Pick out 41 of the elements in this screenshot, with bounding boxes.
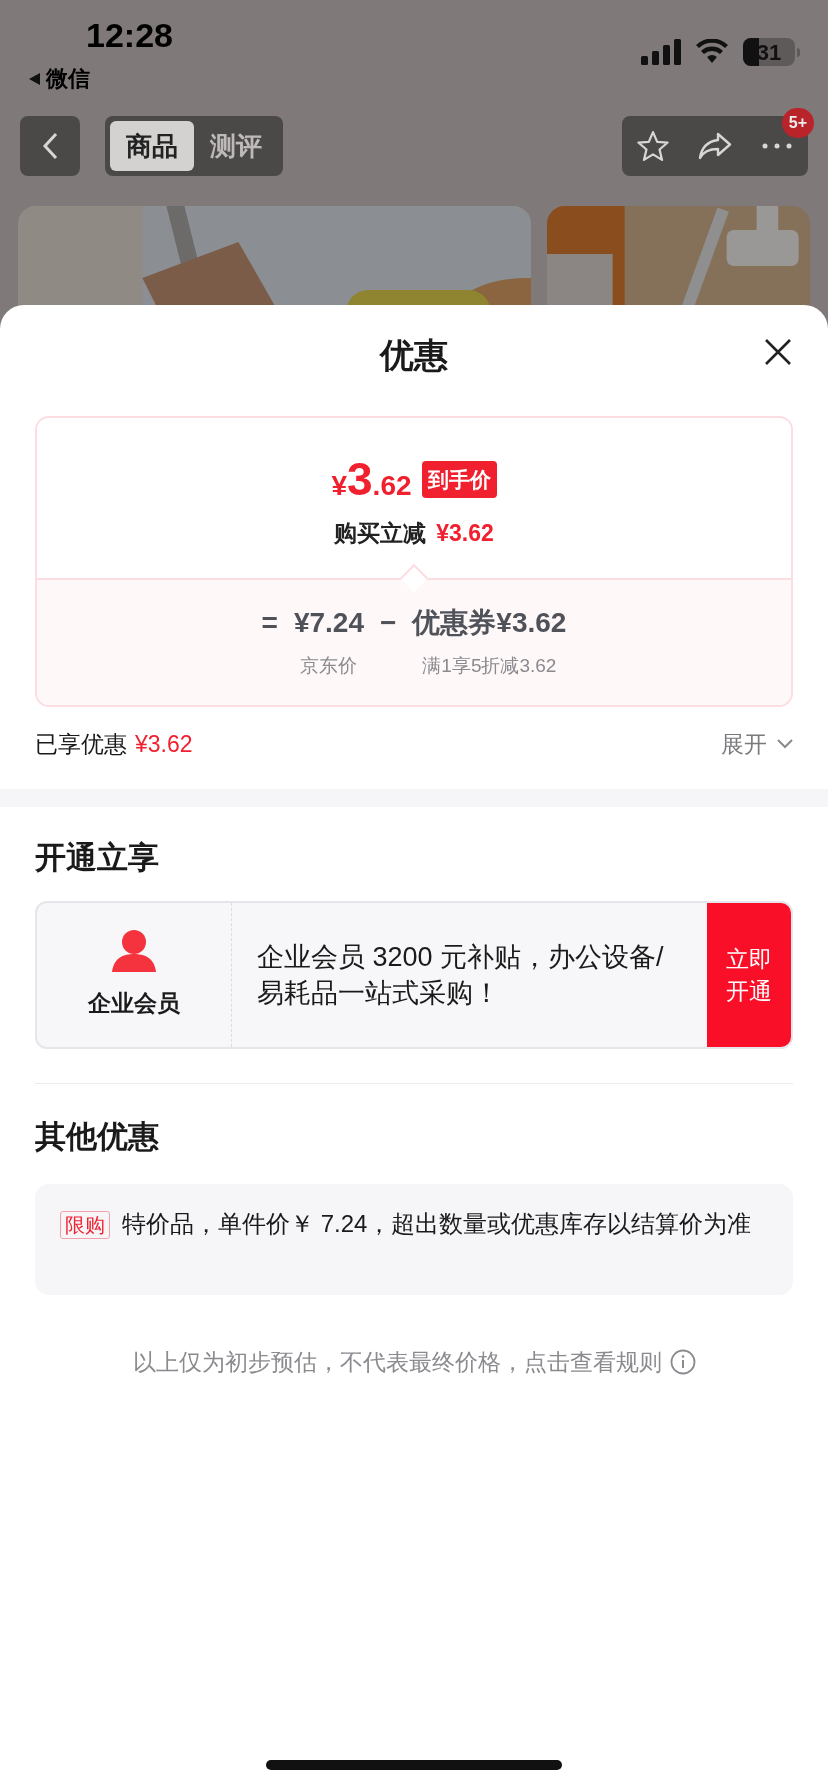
tab[interactable]: 商品 (110, 121, 194, 171)
notification-badge: 5+ (781, 108, 814, 138)
close-icon (764, 338, 792, 366)
expand-toggle[interactable]: 展开 (721, 726, 793, 762)
chevron-down-icon (777, 739, 793, 749)
member-benefit-text: 企业会员 3200 元补贴，办公设备/易耗品一站式采购！ (257, 941, 665, 1010)
battery-level: 31 (756, 38, 782, 66)
person-icon (112, 929, 156, 972)
promotion-text: 特价品，单件价￥ 7.24，超出数量或优惠库存以结算价为准 (122, 1209, 752, 1239)
final-price: ¥3.62 (331, 456, 412, 502)
coupon-condition: 满1享5折减3.62 (422, 654, 557, 678)
chevron-left-icon (42, 132, 58, 160)
wifi-icon (695, 39, 729, 65)
share-arrow-icon (697, 131, 733, 161)
equals-sign: = (261, 606, 278, 640)
signal-icon (641, 39, 681, 65)
info-icon (669, 1349, 696, 1376)
reduce-value: ¥3.62 (436, 519, 494, 548)
close-button[interactable] (763, 337, 793, 367)
more-icon (762, 143, 792, 149)
status-time: 12:28 (86, 18, 173, 52)
minus-sign: − (380, 606, 397, 640)
limit-tag: 限购 (60, 1211, 110, 1239)
base-price-label: 京东价 (300, 654, 358, 678)
enjoyed-label: 已享优惠 (35, 729, 127, 759)
back-to-app-link[interactable]: 微信 (28, 62, 173, 95)
section-title: 开通立享 (35, 838, 159, 877)
section-title: 其他优惠 (35, 1117, 159, 1156)
sheet-title: 优惠 (380, 334, 448, 376)
price-tag: 到手价 (421, 460, 497, 498)
back-button[interactable] (20, 116, 80, 176)
triangle-left-icon (28, 71, 42, 86)
reduce-label: 购买立减 (334, 519, 427, 548)
enjoyed-value: ¥3.62 (135, 729, 193, 759)
tab[interactable]: 测评 (194, 121, 278, 171)
rules-link[interactable]: 以上仅为初步预估，不代表最终价格，点击查看规则 (132, 1345, 696, 1380)
base-price: ¥7.24 (293, 606, 364, 640)
coupon-amount: 优惠券¥3.62 (412, 606, 567, 640)
member-name: 企业会员 (88, 988, 180, 1018)
star-icon (636, 130, 670, 162)
activate-button[interactable]: 立即开通 (707, 903, 791, 1047)
